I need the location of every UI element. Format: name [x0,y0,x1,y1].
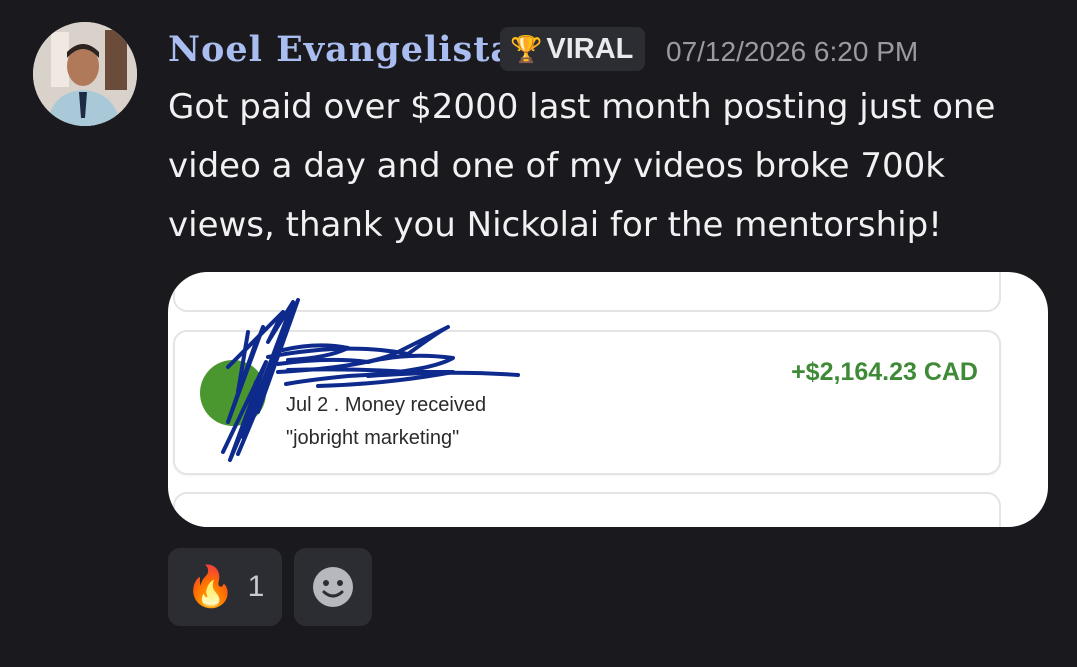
badge-label: VIRAL [546,32,634,65]
viral-badge[interactable]: 🏆 VIRAL [500,27,646,71]
add-reaction-button[interactable] [294,548,372,626]
message-text: Got paid over $2000 last month posting j… [168,87,996,245]
smiley-add-reaction-icon [313,567,353,607]
image-attachment[interactable]: +$2,164.23 CAD Jul 2 . Money received "j… [168,272,1048,527]
fire-reaction-button[interactable]: 🔥 1 [168,548,282,626]
avatar[interactable] [33,22,137,126]
fire-icon: 🔥 [185,565,236,609]
redaction-scribble [221,298,520,462]
timestamp: 07/12/2026 6:20 PM [666,36,919,67]
reaction-count: 1 [247,570,265,603]
username[interactable]: Noel Evangelista [168,24,514,76]
trophy-icon: 🏆 [510,34,543,64]
